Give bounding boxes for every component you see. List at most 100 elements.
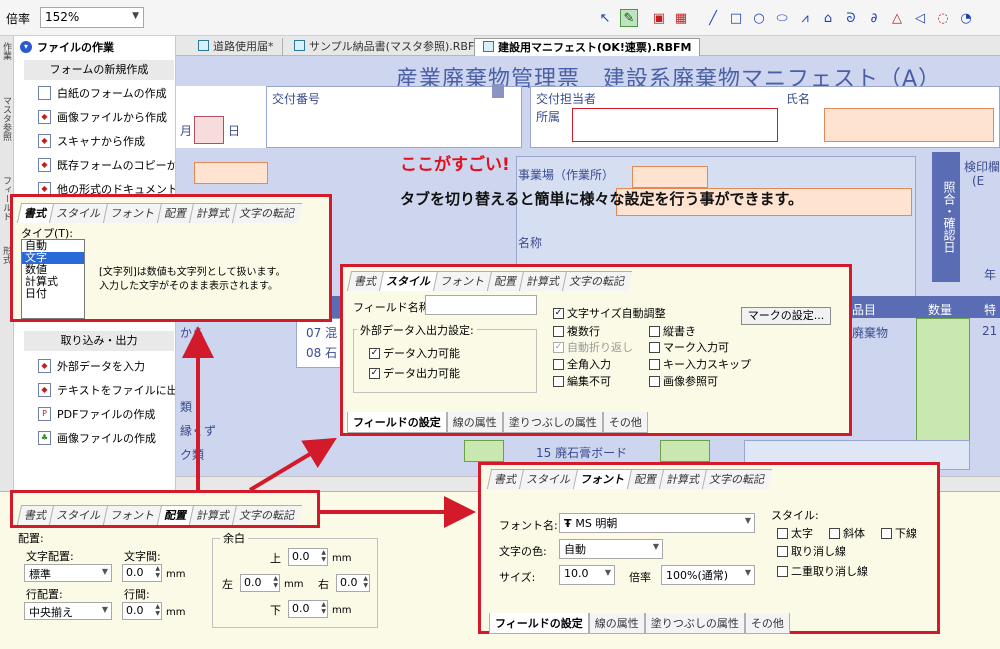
check-multiline[interactable]: 複数行 bbox=[553, 323, 600, 339]
tab-formula[interactable]: 計算式 bbox=[188, 505, 238, 525]
spin-arrows-icon[interactable]: ▲ ▼ bbox=[321, 549, 326, 563]
field-name-input[interactable] bbox=[425, 295, 537, 315]
pointer-icon[interactable]: ↖ bbox=[596, 9, 614, 27]
type-listbox[interactable]: 自動 文字 数値 計算式 日付 bbox=[21, 239, 85, 319]
check-ext-input[interactable]: ✓ データ入力可能 bbox=[369, 345, 460, 361]
select-font-scale[interactable]: 100%(通常) ▼ bbox=[661, 565, 755, 585]
btab-other[interactable]: その他 bbox=[602, 412, 648, 433]
task-from-scanner[interactable]: ◆ スキャナから作成 bbox=[38, 131, 175, 151]
field-shimei[interactable] bbox=[824, 108, 994, 142]
field-month[interactable] bbox=[194, 116, 224, 144]
btab-line[interactable]: 線の属性 bbox=[588, 613, 645, 634]
task-copy-existing[interactable]: ◆ 既存フォームのコピーか bbox=[38, 155, 175, 175]
btab-field-settings[interactable]: フィールドの設定 bbox=[489, 613, 589, 634]
triangle-icon[interactable]: △ bbox=[888, 9, 906, 27]
check-mark-input[interactable]: マーク入力可 bbox=[649, 339, 729, 355]
arc-icon[interactable]: ◌ bbox=[934, 9, 952, 27]
ellipse-icon[interactable]: ○ bbox=[750, 9, 768, 27]
spin-arrows-icon[interactable]: ▲ ▼ bbox=[155, 565, 160, 579]
select-font-size[interactable]: 10.0 ▼ bbox=[559, 565, 615, 585]
tab-font[interactable]: フォント bbox=[102, 505, 163, 525]
spin-margin-left[interactable]: 0.0 ▲ ▼ bbox=[240, 574, 280, 592]
btab-fill[interactable]: 塗りつぶしの属性 bbox=[502, 412, 603, 433]
select-gyou-haichi[interactable]: 中央揃え ▼ bbox=[24, 602, 112, 620]
mark-settings-button[interactable]: マークの設定... bbox=[741, 307, 831, 325]
check-double-strike[interactable]: 二重取り消し線 bbox=[777, 563, 868, 579]
check-image-ref[interactable]: 画像参照可 bbox=[649, 373, 718, 389]
polygon-icon[interactable]: ⌂ bbox=[819, 9, 837, 27]
btab-fill[interactable]: 塗りつぶしの属性 bbox=[644, 613, 745, 634]
side-tab-work[interactable]: 作業 bbox=[1, 42, 13, 60]
btab-field-settings[interactable]: フィールドの設定 bbox=[347, 412, 447, 433]
tab-transcribe[interactable]: 文字の転記 bbox=[561, 271, 633, 291]
task-input-external[interactable]: ◆ 外部データを入力 bbox=[38, 356, 175, 376]
doc-tab-delivery[interactable]: サンプル納品書(マスタ参照).RBFM bbox=[286, 38, 493, 56]
spin-margin-bottom[interactable]: 0.0 ▲ ▼ bbox=[288, 600, 328, 618]
hexagon-icon[interactable]: ◁ bbox=[911, 9, 929, 27]
tab-formula[interactable]: 計算式 bbox=[188, 203, 238, 223]
doc-tab-road[interactable]: 道路使用届* bbox=[190, 38, 283, 56]
tab-transcribe[interactable]: 文字の転記 bbox=[231, 203, 303, 223]
btab-line[interactable]: 線の属性 bbox=[446, 412, 503, 433]
check-key-skip[interactable]: キー入力スキップ bbox=[649, 356, 751, 372]
rounded-icon[interactable]: ⬭ bbox=[773, 9, 791, 27]
check-strike[interactable]: 取り消し線 bbox=[777, 543, 846, 559]
select-font-name[interactable]: Ŧ MS 明朝 ▼ bbox=[559, 513, 755, 533]
spin-gyou-kan[interactable]: 0.0 ▲ ▼ bbox=[122, 602, 162, 620]
field-green-1[interactable] bbox=[464, 440, 504, 462]
check-fullwidth[interactable]: 全角入力 bbox=[553, 356, 611, 372]
spin-margin-top[interactable]: 0.0 ▲ ▼ bbox=[288, 548, 328, 566]
tab-style[interactable]: スタイル bbox=[48, 203, 109, 223]
polyline-icon[interactable]: ⩘ bbox=[796, 9, 814, 27]
table-icon[interactable]: ▦ bbox=[672, 9, 690, 27]
spin-moji-kan[interactable]: 0.0 ▲ ▼ bbox=[122, 564, 162, 582]
insert-field-icon[interactable]: ▣ bbox=[650, 9, 668, 27]
check-underline[interactable]: 下線 bbox=[881, 525, 917, 541]
rectangle-icon[interactable]: □ bbox=[727, 9, 745, 27]
type-option[interactable]: 日付 bbox=[22, 288, 84, 300]
curve-icon[interactable]: ᘐ bbox=[842, 9, 860, 27]
check-wrap[interactable]: ✓ 自動折り返し bbox=[553, 339, 633, 355]
field-green-2[interactable] bbox=[660, 440, 710, 462]
tab-font[interactable]: フォント bbox=[102, 203, 163, 223]
btab-other[interactable]: その他 bbox=[744, 613, 790, 634]
check-italic[interactable]: 斜体 bbox=[829, 525, 865, 541]
tab-style[interactable]: スタイル bbox=[378, 271, 439, 291]
field-or-1[interactable] bbox=[194, 162, 268, 184]
tab-font[interactable]: フォント bbox=[432, 271, 493, 291]
doc-tab-manifest[interactable]: 建設用マニフェスト(OK!速票).RBFM bbox=[474, 38, 701, 56]
spin-arrows-icon[interactable]: ▲ ▼ bbox=[321, 601, 326, 615]
section-file-tasks[interactable]: ▾ ファイルの作業 bbox=[14, 36, 175, 58]
tab-font[interactable]: フォント bbox=[572, 469, 633, 489]
task-blank-form[interactable]: 白紙のフォームの作成 bbox=[38, 83, 175, 103]
check-bold[interactable]: 太字 bbox=[777, 525, 813, 541]
spin-arrows-icon[interactable]: ▲ ▼ bbox=[273, 575, 278, 589]
tab-style[interactable]: スタイル bbox=[48, 505, 109, 525]
pie-icon[interactable]: ◔ bbox=[957, 9, 975, 27]
task-create-image[interactable]: ♣ 画像ファイルの作成 bbox=[38, 428, 175, 448]
select-moji-haichi[interactable]: 標準 ▼ bbox=[24, 564, 112, 582]
field-edit-icon[interactable]: ✎ bbox=[620, 9, 638, 27]
field-shozoku[interactable] bbox=[572, 108, 778, 142]
tab-formula[interactable]: 計算式 bbox=[658, 469, 708, 489]
spin-arrows-icon[interactable]: ▲ ▼ bbox=[363, 575, 368, 589]
zoom-select[interactable]: 152% ▼ bbox=[40, 7, 144, 28]
side-tab-master[interactable]: マスタ参照 bbox=[1, 96, 13, 141]
check-vertical[interactable]: 縦書き bbox=[649, 323, 696, 339]
tab-formula[interactable]: 計算式 bbox=[518, 271, 568, 291]
tab-transcribe[interactable]: 文字の転記 bbox=[701, 469, 773, 489]
task-text-output[interactable]: ◆ テキストをファイルに出 bbox=[38, 380, 175, 400]
spin-arrows-icon[interactable]: ▲ ▼ bbox=[155, 603, 160, 617]
tab-style[interactable]: スタイル bbox=[518, 469, 579, 489]
task-create-pdf[interactable]: P PDFファイルの作成 bbox=[38, 404, 175, 424]
check-readonly[interactable]: 編集不可 bbox=[553, 373, 611, 389]
freeform-icon[interactable]: ∂ bbox=[865, 9, 883, 27]
check-ext-output[interactable]: ✓ データ出力可能 bbox=[369, 365, 460, 381]
spin-margin-right[interactable]: 0.0 ▲ ▼ bbox=[336, 574, 370, 592]
tab-transcribe[interactable]: 文字の転記 bbox=[231, 505, 303, 525]
line-icon[interactable]: ╱ bbox=[704, 9, 722, 27]
field-or-2[interactable] bbox=[632, 166, 708, 188]
check-auto-font-size[interactable]: ✓ 文字サイズ自動調整 bbox=[553, 305, 666, 321]
task-from-image[interactable]: ◆ 画像ファイルから作成 bbox=[38, 107, 175, 127]
select-font-color[interactable]: 自動 ▼ bbox=[559, 539, 663, 559]
